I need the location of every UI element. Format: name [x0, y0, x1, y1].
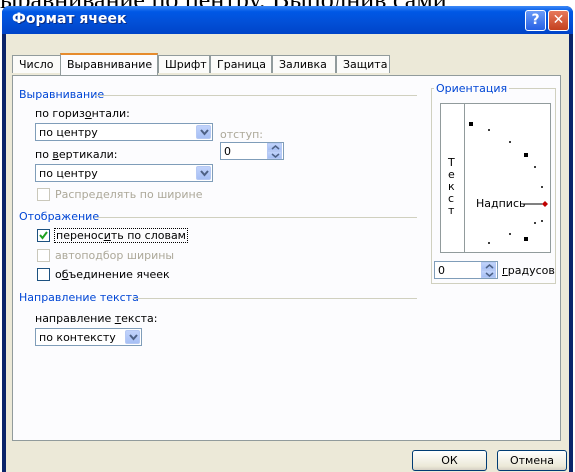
text-direction-group-title: Направление текста — [19, 291, 139, 304]
tab-font[interactable]: Шрифт — [158, 55, 210, 73]
degrees-label: градусов — [502, 264, 555, 277]
dialog-title: Формат ячеек — [12, 11, 127, 27]
dial-lower-marks — [488, 233, 511, 244]
display-group-title: Отображение — [19, 210, 100, 223]
tab-protection[interactable]: Защита — [336, 55, 390, 73]
ok-button[interactable]: ОК — [412, 450, 487, 471]
tab-number[interactable]: Число — [12, 55, 61, 73]
spin-down-icon[interactable] — [481, 270, 496, 278]
degrees-spinner[interactable]: 0 — [434, 261, 498, 279]
alignment-tab-panel: Выравнивание по горизонтали: по центру о… — [12, 75, 561, 441]
merge-cells-label: объединение ячеек — [55, 268, 170, 281]
vertical-align-value: по центру — [39, 167, 98, 180]
close-icon: ✕ — [552, 12, 565, 28]
indent-label: отступ: — [220, 128, 264, 141]
text-direction-value: по контексту — [39, 331, 116, 344]
help-button[interactable]: ? — [525, 10, 546, 31]
wrap-text-checkbox[interactable] — [37, 229, 50, 242]
chevron-down-icon[interactable] — [196, 125, 211, 139]
cancel-button[interactable]: Отмена — [497, 450, 567, 471]
distribute-label: Распределять по ширине — [55, 188, 203, 201]
horizontal-label: по горизонтали: — [35, 107, 130, 120]
chevron-down-icon[interactable] — [196, 166, 211, 180]
spin-down-icon[interactable] — [267, 151, 282, 159]
indent-spinner[interactable]: 0 — [220, 142, 284, 160]
indent-value: 0 — [224, 145, 231, 158]
alignment-group-divider — [95, 95, 417, 96]
horizontal-align-select[interactable]: по центру — [35, 123, 213, 141]
orientation-group: Ориентация Т е к с т Надпись 0 градусов — [431, 82, 556, 284]
tab-fill[interactable]: Заливка — [272, 55, 336, 73]
distribute-checkbox[interactable] — [37, 188, 50, 201]
display-group-divider — [95, 217, 417, 218]
orientation-group-title: Ориентация — [434, 82, 510, 95]
spin-up-icon[interactable] — [481, 262, 496, 270]
wrap-text-label: переносить по словам — [54, 228, 188, 243]
vertical-text-button[interactable]: Т е к с т — [440, 103, 465, 253]
horizontal-align-value: по центру — [39, 126, 98, 139]
vertical-label: по вертикали: — [35, 148, 118, 161]
tab-border[interactable]: Граница — [210, 55, 272, 73]
close-button[interactable]: ✕ — [548, 10, 569, 31]
alignment-group-title: Выравнивание — [19, 88, 105, 101]
vertical-align-select[interactable]: по центру — [35, 164, 213, 182]
spin-up-icon[interactable] — [267, 143, 282, 151]
autofit-label: автоподбор ширины — [55, 249, 175, 262]
tab-alignment[interactable]: Выравнивание — [60, 53, 158, 75]
title-bar[interactable]: Формат ячеек ? ✕ — [2, 6, 573, 34]
degrees-value: 0 — [438, 264, 445, 277]
text-direction-group-divider — [133, 298, 417, 299]
dialog-body: Число Выравнивание Шрифт Граница Заливка… — [6, 34, 569, 472]
text-direction-label: направление текста: — [35, 312, 158, 325]
merge-cells-checkbox[interactable] — [37, 268, 50, 281]
text-direction-select[interactable]: по контексту — [35, 328, 142, 346]
autofit-checkbox[interactable] — [37, 249, 50, 262]
check-icon — [39, 231, 48, 240]
chevron-down-icon[interactable] — [125, 330, 140, 344]
format-cells-dialog: Формат ячеек ? ✕ Число Выравнивание Шриф… — [2, 6, 573, 472]
